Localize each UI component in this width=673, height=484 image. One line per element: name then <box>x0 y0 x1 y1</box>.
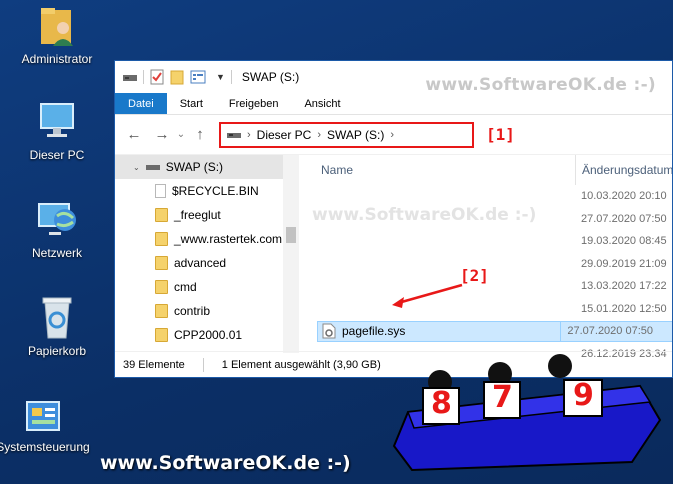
desktop-icon-dieser-pc[interactable]: Dieser PC <box>0 100 114 162</box>
chevron-down-icon[interactable]: ⌄ <box>133 163 140 172</box>
desktop-icon-administrator[interactable]: Administrator <box>0 6 114 66</box>
status-selection: 1 Element ausgewählt (3,90 GB) <box>221 358 381 371</box>
status-item-count: 39 Elemente <box>123 358 185 371</box>
drive-icon <box>145 165 160 170</box>
chevron-right-icon[interactable]: › <box>317 129 321 141</box>
list-item[interactable]: 19.03.2020 08:45 <box>299 230 672 253</box>
chevron-right-icon[interactable]: › <box>247 129 251 141</box>
divider <box>230 70 232 84</box>
chevron-down-icon[interactable]: ⌄ <box>173 129 189 140</box>
quick-access-toolbar: ▼ <box>123 69 225 85</box>
chevron-down-icon[interactable]: ▼ <box>216 72 225 82</box>
navigation-bar: ← → ⌄ ↑ › Dieser PC › SWAP (S:) › [1] <box>115 115 672 155</box>
up-arrow-icon[interactable]: ↑ <box>189 126 211 143</box>
properties-icon[interactable] <box>150 69 164 85</box>
content-area: ⌄ SWAP (S:) $RECYCLE.BIN _freeglut _www.… <box>115 155 672 360</box>
breadcrumb-dieser-pc[interactable]: Dieser PC <box>257 128 312 142</box>
tree-item-folder[interactable]: advanced <box>115 251 299 275</box>
chevron-right-icon[interactable]: › <box>390 129 394 141</box>
tree-item-folder[interactable]: CPP2000.01 <box>115 323 299 347</box>
file-date: 15.01.2020 12:50 <box>581 302 667 315</box>
annotation-marker-2: [2] <box>460 266 489 285</box>
computer-icon <box>40 103 74 137</box>
drive-icon <box>123 75 137 81</box>
desktop-icon-label: Netzwerk <box>31 246 82 260</box>
folder-icon <box>155 304 168 318</box>
watermark: www.SoftwareOK.de :-) <box>312 205 537 225</box>
score-card: 8 <box>431 386 452 421</box>
new-folder-icon[interactable] <box>170 69 184 85</box>
control-panel-icon <box>26 401 60 431</box>
divider <box>143 70 144 84</box>
desktop-icon-systemsteuerung[interactable]: Systemsteuerung <box>0 398 100 454</box>
tab-ansicht[interactable]: Ansicht <box>291 93 353 114</box>
tree-item-label: cmd <box>174 280 197 294</box>
tab-freigeben[interactable]: Freigeben <box>216 93 292 114</box>
desktop-icon-label: Papierkorb <box>27 344 87 358</box>
tree-item-label: SWAP (S:) <box>165 160 224 174</box>
column-header-name[interactable]: Name <box>299 163 575 177</box>
desktop-icon-papierkorb[interactable]: Papierkorb <box>0 294 114 358</box>
recycle-bin-icon <box>42 297 72 339</box>
watermark: www.SoftwareOK.de :-) <box>425 75 656 95</box>
list-item[interactable]: 15.01.2020 12:50 <box>299 298 672 321</box>
folder-icon <box>155 256 168 270</box>
drive-icon <box>227 132 241 138</box>
banner-text: www.SoftwareOK.de :-) <box>100 452 351 474</box>
tree-item-folder[interactable]: _freeglut <box>115 203 299 227</box>
tree-item-folder[interactable]: _www.rastertek.com <box>115 227 299 251</box>
tree-item-label: _freeglut <box>174 208 221 222</box>
file-date: 13.03.2020 17:22 <box>581 280 667 293</box>
tree-item-drive[interactable]: ⌄ SWAP (S:) <box>115 155 299 179</box>
tree-item-label: advanced <box>174 256 227 270</box>
desktop-icon-label: Dieser PC <box>29 148 85 162</box>
desktop-icon-label: Administrator <box>21 52 93 66</box>
tree-item-folder[interactable]: cmd <box>115 275 299 299</box>
file-date: 27.07.2020 07:50 <box>561 320 672 342</box>
tree-item-folder[interactable]: contrib <box>115 299 299 323</box>
tab-datei[interactable]: Datei <box>115 93 167 114</box>
score-card: 7 <box>492 380 513 415</box>
navigation-pane: ⌄ SWAP (S:) $RECYCLE.BIN _freeglut _www.… <box>115 155 299 353</box>
annotation-marker-1: [1] <box>486 125 515 144</box>
tab-start[interactable]: Start <box>167 93 216 114</box>
ribbon-tabs: Datei Start Freigeben Ansicht <box>115 93 672 115</box>
tree-item-label: contrib <box>174 304 211 318</box>
column-headers: Name Änderungsdatum <box>299 155 672 185</box>
user-folder-icon <box>41 8 73 46</box>
column-header-date[interactable]: Änderungsdatum <box>575 155 672 185</box>
status-bar: 39 Elemente 1 Element ausgewählt (3,90 G… <box>115 351 672 377</box>
score-card: 9 <box>573 378 594 413</box>
breadcrumb-swap[interactable]: SWAP (S:) <box>327 128 384 142</box>
address-bar[interactable]: › Dieser PC › SWAP (S:) › <box>219 121 474 148</box>
customize-icon[interactable] <box>190 70 210 84</box>
scrollbar-thumb[interactable] <box>286 227 296 243</box>
back-arrow-icon[interactable]: ← <box>123 126 145 143</box>
window-title: SWAP (S:) <box>241 70 300 84</box>
tree-item-label: CPP2000.01 <box>174 328 243 342</box>
file-date: 10.03.2020 20:10 <box>581 190 667 203</box>
file-date: 27.07.2020 07:50 <box>581 212 667 225</box>
file-list: Name Änderungsdatum 10.03.2020 20:10 27.… <box>299 155 672 360</box>
tree-item-label: _www.rastertek.com <box>174 232 283 246</box>
folder-icon <box>155 184 166 198</box>
folder-icon <box>155 232 168 246</box>
folder-icon <box>155 208 168 222</box>
folder-icon <box>155 328 168 342</box>
network-icon <box>38 203 76 235</box>
desktop-icon-netzwerk[interactable]: Netzwerk <box>0 198 114 260</box>
file-date: 19.03.2020 08:45 <box>581 235 667 248</box>
file-name: pagefile.sys <box>342 324 406 339</box>
folder-icon <box>155 280 168 294</box>
nav-scrollbar[interactable] <box>283 155 299 353</box>
divider <box>202 357 204 372</box>
file-date: 29.09.2019 21:09 <box>581 257 667 270</box>
tree-item-folder[interactable]: $RECYCLE.BIN <box>115 179 299 203</box>
list-item-selected[interactable]: pagefile.sys 27.07.2020 07:50 <box>299 320 672 343</box>
tree-item-label: $RECYCLE.BIN <box>172 184 259 198</box>
system-file-icon <box>322 323 336 339</box>
desktop-icon-label: Systemsteuerung <box>0 440 90 454</box>
forward-arrow-icon[interactable]: → <box>151 126 173 143</box>
